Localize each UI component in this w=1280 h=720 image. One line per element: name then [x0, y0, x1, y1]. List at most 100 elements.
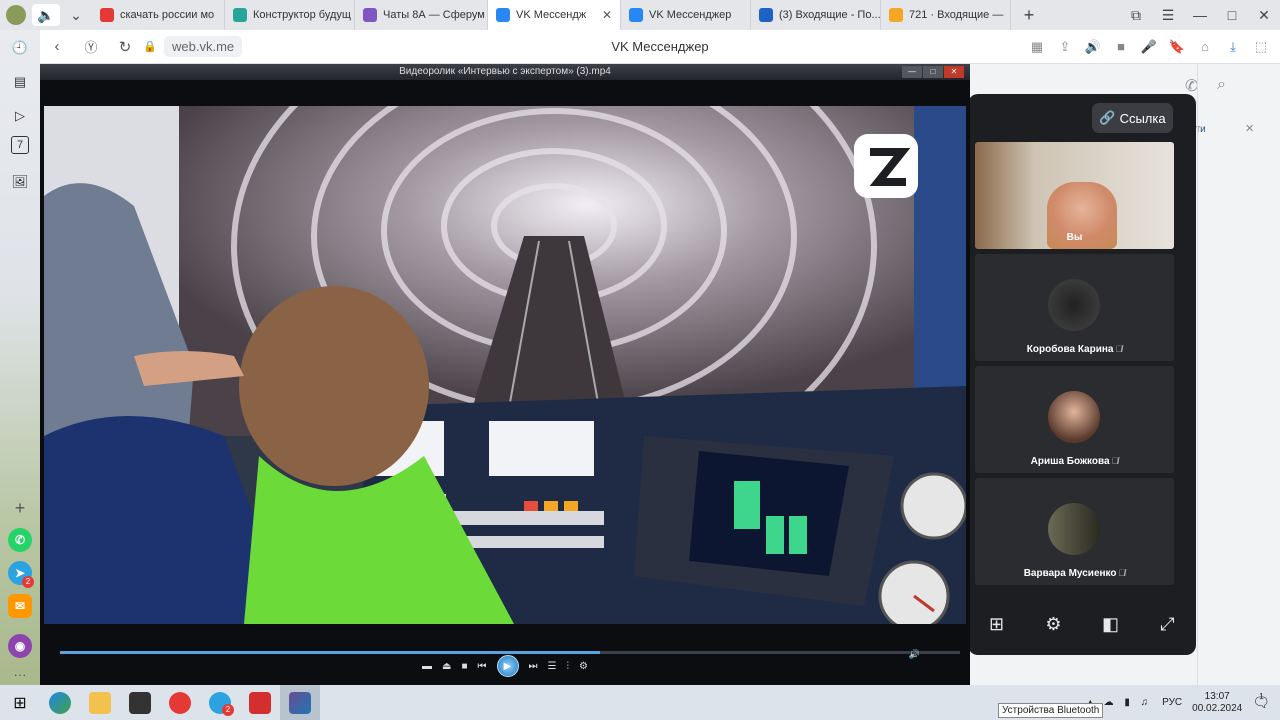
video-call-panel: 🔗 Ссылка Вы Коробова Карина 🎙̸ Ариша Божко…: [968, 94, 1196, 655]
back-icon[interactable]: ‹: [40, 30, 74, 64]
participant-tile[interactable]: Ариша Божкова 🎙̸: [975, 366, 1174, 473]
alice-icon[interactable]: ◉: [8, 634, 32, 658]
play-icon[interactable]: ▷: [8, 104, 32, 128]
yandex-browser-icon[interactable]: [160, 685, 200, 720]
new-tab-button[interactable]: +: [1011, 0, 1047, 30]
mic-muted-icon: 🎙̸: [1118, 568, 1126, 578]
yandex-icon[interactable]: Ⓨ: [74, 30, 108, 64]
link-icon: 🔗: [1099, 110, 1116, 125]
lock-icon: 🔒: [143, 41, 157, 53]
participant-tile[interactable]: Варвара Мусиенко 🎙̸: [975, 478, 1174, 585]
gallery-icon[interactable]: 🖼: [8, 170, 32, 194]
clock[interactable]: 13:07 00.02.2024: [1192, 691, 1242, 715]
tab-label: Конструктор будущ: [253, 9, 351, 21]
media-player-taskbar-icon[interactable]: [280, 685, 320, 720]
player-controls: ▬ ⏏ ■ ⏮ ▶ ⏭ ☰ ⫶ ⚙: [40, 655, 970, 677]
menu-icon[interactable]: ☰: [1152, 0, 1184, 30]
player-close-icon[interactable]: ✕: [944, 66, 964, 78]
tab-label: VK Мессендж: [516, 9, 587, 21]
reader-icon[interactable]: ▤: [8, 70, 32, 94]
tab-favicon-icon: [759, 8, 773, 22]
browser-tab[interactable]: Конструктор будущ: [225, 0, 355, 30]
lang-indicator[interactable]: РУС: [1162, 697, 1182, 708]
whatsapp-icon[interactable]: ✆: [8, 528, 32, 552]
browser-tab[interactable]: VK Мессенджер: [621, 0, 751, 30]
stop-icon[interactable]: ■: [461, 661, 467, 672]
fullscreen-icon[interactable]: ⤢: [1153, 614, 1183, 635]
list-icon[interactable]: ☰: [548, 661, 557, 672]
player-title: Видеоролик «Интервью с экспертом» (3).mp…: [40, 64, 970, 80]
tab-label: (3) Входящие - По...: [779, 9, 881, 21]
previous-icon[interactable]: ⏮: [478, 661, 487, 672]
self-label: Вы: [1066, 232, 1083, 243]
next-icon[interactable]: ⏭: [529, 661, 538, 672]
media-player-window: Видеоролик «Интервью с экспертом» (3).mp…: [40, 64, 970, 686]
equalizer-icon[interactable]: ⫶: [567, 661, 570, 672]
notifications-icon[interactable]: 🗨 1: [1252, 692, 1270, 711]
player-minimize-icon[interactable]: —: [902, 66, 922, 78]
telegram-taskbar-icon[interactable]: 2: [200, 685, 240, 720]
seek-bar-fill: [60, 651, 600, 654]
close-icon[interactable]: ✕: [1245, 122, 1254, 135]
profile-avatar[interactable]: [0, 0, 32, 30]
video-frame[interactable]: [44, 106, 966, 624]
share-icon[interactable]: ⇪: [1052, 34, 1078, 60]
volume-icon[interactable]: 🔊: [909, 649, 920, 660]
video-scene: [44, 106, 966, 624]
edge-icon[interactable]: [40, 685, 80, 720]
tab-close-icon[interactable]: ✕: [602, 8, 612, 22]
browser-tab[interactable]: скачать россии мо: [92, 0, 225, 30]
mini-window-icon[interactable]: ◧: [1096, 614, 1126, 635]
participant-tile[interactable]: Коробова Карина 🎙̸: [975, 254, 1174, 361]
player-maximize-icon[interactable]: □: [923, 66, 943, 78]
microphone-icon[interactable]: 🎤: [1136, 34, 1162, 60]
seek-bar[interactable]: [60, 651, 960, 654]
system-tray: ▴ ☁ ▮ ♫ РУС 13:07 00.02.2024 🗨 1: [1088, 691, 1280, 715]
grid-layout-icon[interactable]: ⊞: [982, 614, 1012, 635]
more-icon[interactable]: ···: [8, 662, 32, 686]
maximize-icon[interactable]: □: [1216, 0, 1248, 30]
browser-tab[interactable]: 721 · Входящие —: [881, 0, 1011, 30]
browser-tab[interactable]: (3) Входящие - По...: [751, 0, 881, 30]
close-window-icon[interactable]: ✕: [1248, 0, 1280, 30]
search-icon[interactable]: ⌕: [1217, 76, 1226, 94]
downloads-icon[interactable]: ⤓: [1220, 34, 1246, 60]
speaker-icon[interactable]: 🔈: [32, 4, 60, 26]
url-field[interactable]: web.vk.me: [164, 36, 243, 57]
pdf-icon[interactable]: [240, 685, 280, 720]
camera-icon[interactable]: ■: [1108, 34, 1134, 60]
explorer-icon[interactable]: [80, 685, 120, 720]
add-panel-icon[interactable]: +: [8, 496, 32, 520]
self-tile[interactable]: Вы: [975, 142, 1174, 249]
browser-tab[interactable]: VK Мессендж ✕: [488, 0, 621, 30]
minimize-icon[interactable]: —: [1184, 0, 1216, 30]
playlist-icon[interactable]: ▬: [422, 661, 432, 672]
tabs-overview-icon[interactable]: ⧉: [1120, 0, 1152, 30]
history-icon[interactable]: 🕘: [8, 36, 32, 60]
play-button[interactable]: ▶: [496, 655, 519, 677]
grid-icon[interactable]: ▦: [1024, 34, 1050, 60]
tab-label: Чаты 8А — Сферум: [383, 9, 485, 21]
participant-name-row: Коробова Карина 🎙̸: [975, 344, 1174, 355]
participant-name-row: Варвара Мусиенко 🎙̸: [975, 568, 1174, 579]
reload-icon[interactable]: ↻: [108, 30, 142, 64]
avatar: [1048, 279, 1100, 331]
sound-icon[interactable]: 🔊: [1080, 34, 1106, 60]
ok-icon[interactable]: ✉: [8, 594, 32, 618]
browser-tab-bar: 🔈 ⌄ скачать россии мо Конструктор будущ Ча…: [0, 0, 1280, 30]
browser-tab[interactable]: Чаты 8А — Сферум: [355, 0, 488, 30]
mic-muted-icon: 🎙̸: [1115, 344, 1123, 354]
eject-icon[interactable]: ⏏: [442, 661, 451, 672]
participant-name: Ариша Божкова: [1030, 456, 1110, 467]
chevron-down-icon[interactable]: ⌄: [60, 0, 92, 30]
start-button[interactable]: ⊞: [0, 685, 40, 720]
store-icon[interactable]: [120, 685, 160, 720]
extensions-icon[interactable]: ⬚: [1248, 34, 1274, 60]
tab-favicon-icon: [363, 8, 377, 22]
collections-icon[interactable]: ⌂: [1192, 34, 1218, 60]
calendar-icon[interactable]: 7: [11, 136, 29, 154]
bookmark-icon[interactable]: 🔖: [1164, 34, 1190, 60]
settings-icon[interactable]: ⚙: [579, 661, 588, 672]
copy-link-button[interactable]: 🔗 Ссылка: [1092, 103, 1173, 133]
settings-icon[interactable]: ⚙: [1039, 614, 1069, 635]
